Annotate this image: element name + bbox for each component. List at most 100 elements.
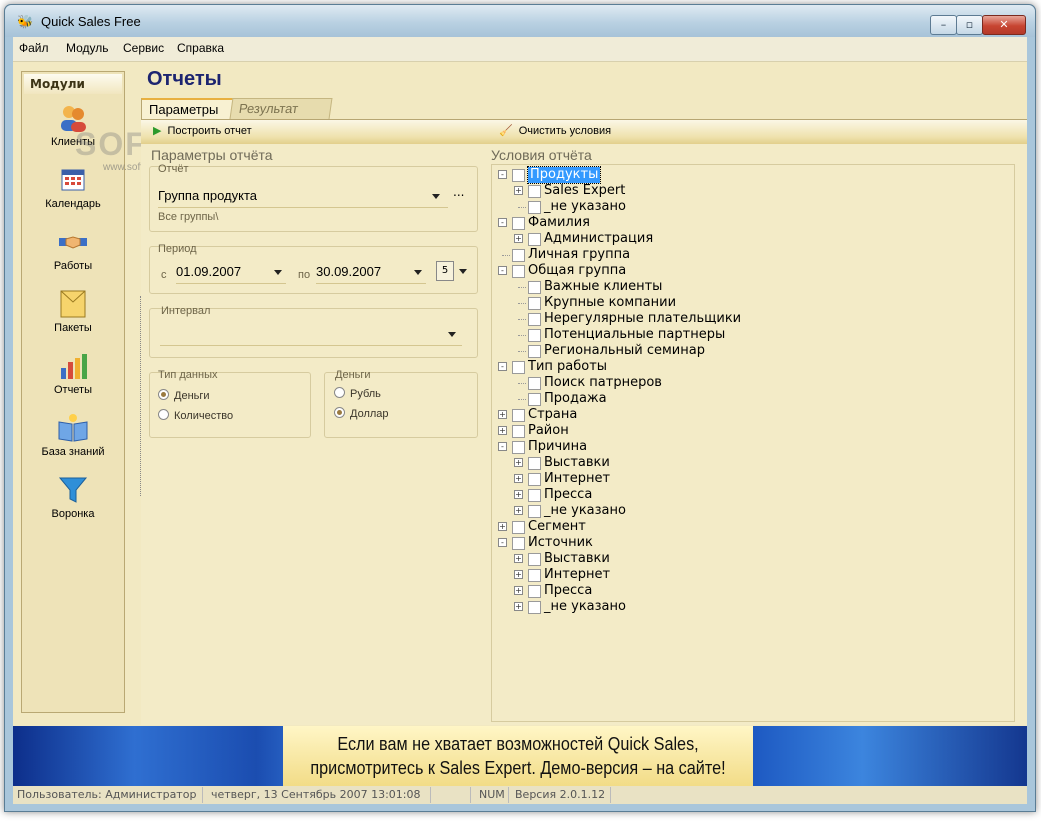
tree-checkbox[interactable] [512,169,525,182]
clear-conditions-button[interactable]: 🧹 Очистить условия [499,124,611,137]
tree-checkbox[interactable] [528,297,541,310]
tree-checkbox[interactable] [512,409,525,422]
radio-dollar[interactable]: Доллар [334,407,389,420]
module-funnel[interactable]: Воронка [22,474,124,520]
menu-module[interactable]: Модуль [66,41,109,55]
tree-checkbox[interactable] [512,361,525,374]
menu-file[interactable]: Файл [19,41,49,55]
tree-checkbox[interactable] [528,233,541,246]
tree-node[interactable]: _не указано [492,199,1012,215]
module-reports[interactable]: Отчеты [22,350,124,396]
expand-icon[interactable]: + [514,586,523,595]
tree-node[interactable]: - Причина [492,439,1012,455]
date-to-picker[interactable]: 30.09.2007 [316,261,426,284]
tree-node[interactable]: + Администрация [492,231,1012,247]
expand-icon[interactable]: + [514,554,523,563]
tree-node[interactable]: Поиск патрнеров [492,375,1012,391]
tree-checkbox[interactable] [528,553,541,566]
tree-node[interactable]: + Sales Expert [492,183,1012,199]
tree-node[interactable]: Нерегулярные плательщики [492,311,1012,327]
tree-checkbox[interactable] [512,425,525,438]
radio-quantity[interactable]: Количество [158,409,233,422]
tree-node[interactable]: + Район [492,423,1012,439]
tree-node[interactable]: Личная группа [492,247,1012,263]
expand-icon[interactable]: + [498,410,507,419]
tree-checkbox[interactable] [528,345,541,358]
chevron-down-icon[interactable] [459,269,467,274]
tree-checkbox[interactable] [528,585,541,598]
expand-icon[interactable]: + [498,522,507,531]
collapse-icon[interactable]: - [498,538,507,547]
tab-parameters[interactable]: Параметры [141,98,243,120]
ad-banner[interactable]: Если вам не хватает возможностей Quick S… [13,726,1027,786]
calendar-period-button[interactable]: 5 [436,261,454,281]
tree-node[interactable]: Региональный семинар [492,343,1012,359]
tree-checkbox[interactable] [528,393,541,406]
tree-node[interactable]: + _не указано [492,599,1012,615]
tree-node[interactable]: + Интернет [492,471,1012,487]
tree-checkbox[interactable] [528,313,541,326]
collapse-icon[interactable]: - [498,170,507,179]
tree-node[interactable]: - Фамилия [492,215,1012,231]
module-works[interactable]: Работы [22,226,124,272]
tree-node[interactable]: - Тип работы [492,359,1012,375]
radio-ruble[interactable]: Рубль [334,387,381,400]
report-more-button[interactable]: ... [453,185,464,199]
build-report-button[interactable]: ▶ Построить отчет [153,124,252,137]
tree-checkbox[interactable] [528,457,541,470]
tree-checkbox[interactable] [528,377,541,390]
menu-help[interactable]: Справка [177,41,224,55]
tree-node[interactable]: - Общая группа [492,263,1012,279]
tree-checkbox[interactable] [528,329,541,342]
tree-node[interactable]: + Пресса [492,583,1012,599]
tree-node[interactable]: + Интернет [492,567,1012,583]
tree-node[interactable]: Крупные компании [492,295,1012,311]
collapse-icon[interactable]: - [498,442,507,451]
expand-icon[interactable]: + [514,458,523,467]
tree-checkbox[interactable] [512,249,525,262]
expand-icon[interactable]: + [514,186,523,195]
tree-node[interactable]: + Выставки [492,455,1012,471]
tree-node[interactable]: - Источник [492,535,1012,551]
expand-icon[interactable]: + [514,506,523,515]
tree-checkbox[interactable] [528,473,541,486]
tree-node[interactable]: + Страна [492,407,1012,423]
tree-checkbox[interactable] [528,281,541,294]
report-select[interactable]: Группа продукта [158,185,448,208]
tree-checkbox[interactable] [512,441,525,454]
tree-checkbox[interactable] [512,217,525,230]
tree-node[interactable]: - Продукты [492,166,1012,184]
minimize-button[interactable]: – [930,15,957,35]
tree-checkbox[interactable] [512,537,525,550]
tree-checkbox[interactable] [512,521,525,534]
expand-icon[interactable]: + [514,474,523,483]
collapse-icon[interactable]: - [498,218,507,227]
tree-node[interactable]: + Сегмент [492,519,1012,535]
tree-checkbox[interactable] [528,489,541,502]
expand-icon[interactable]: + [514,490,523,499]
tree-checkbox[interactable] [512,265,525,278]
tree-node[interactable]: Потенциальные партнеры [492,327,1012,343]
interval-select[interactable] [160,323,462,346]
module-packages[interactable]: Пакеты [22,288,124,334]
menu-service[interactable]: Сервис [123,41,164,55]
tree-node[interactable]: Продажа [492,391,1012,407]
module-knowledge-base[interactable]: База знаний [22,412,124,458]
maximize-button[interactable]: ▫ [956,15,983,35]
expand-icon[interactable]: + [514,570,523,579]
collapse-icon[interactable]: - [498,362,507,371]
tree-node[interactable]: + Пресса [492,487,1012,503]
collapse-icon[interactable]: - [498,266,507,275]
tree-node[interactable]: + Выставки [492,551,1012,567]
tree-node[interactable]: + _не указано [492,503,1012,519]
date-from-picker[interactable]: 01.09.2007 [176,261,286,284]
tree-checkbox[interactable] [528,601,541,614]
tree-node[interactable]: Важные клиенты [492,279,1012,295]
tree-checkbox[interactable] [528,185,541,198]
expand-icon[interactable]: + [514,602,523,611]
tab-result[interactable]: Результат [229,98,333,119]
radio-money[interactable]: Деньги [158,389,210,402]
tree-checkbox[interactable] [528,569,541,582]
expand-icon[interactable]: + [514,234,523,243]
expand-icon[interactable]: + [498,426,507,435]
